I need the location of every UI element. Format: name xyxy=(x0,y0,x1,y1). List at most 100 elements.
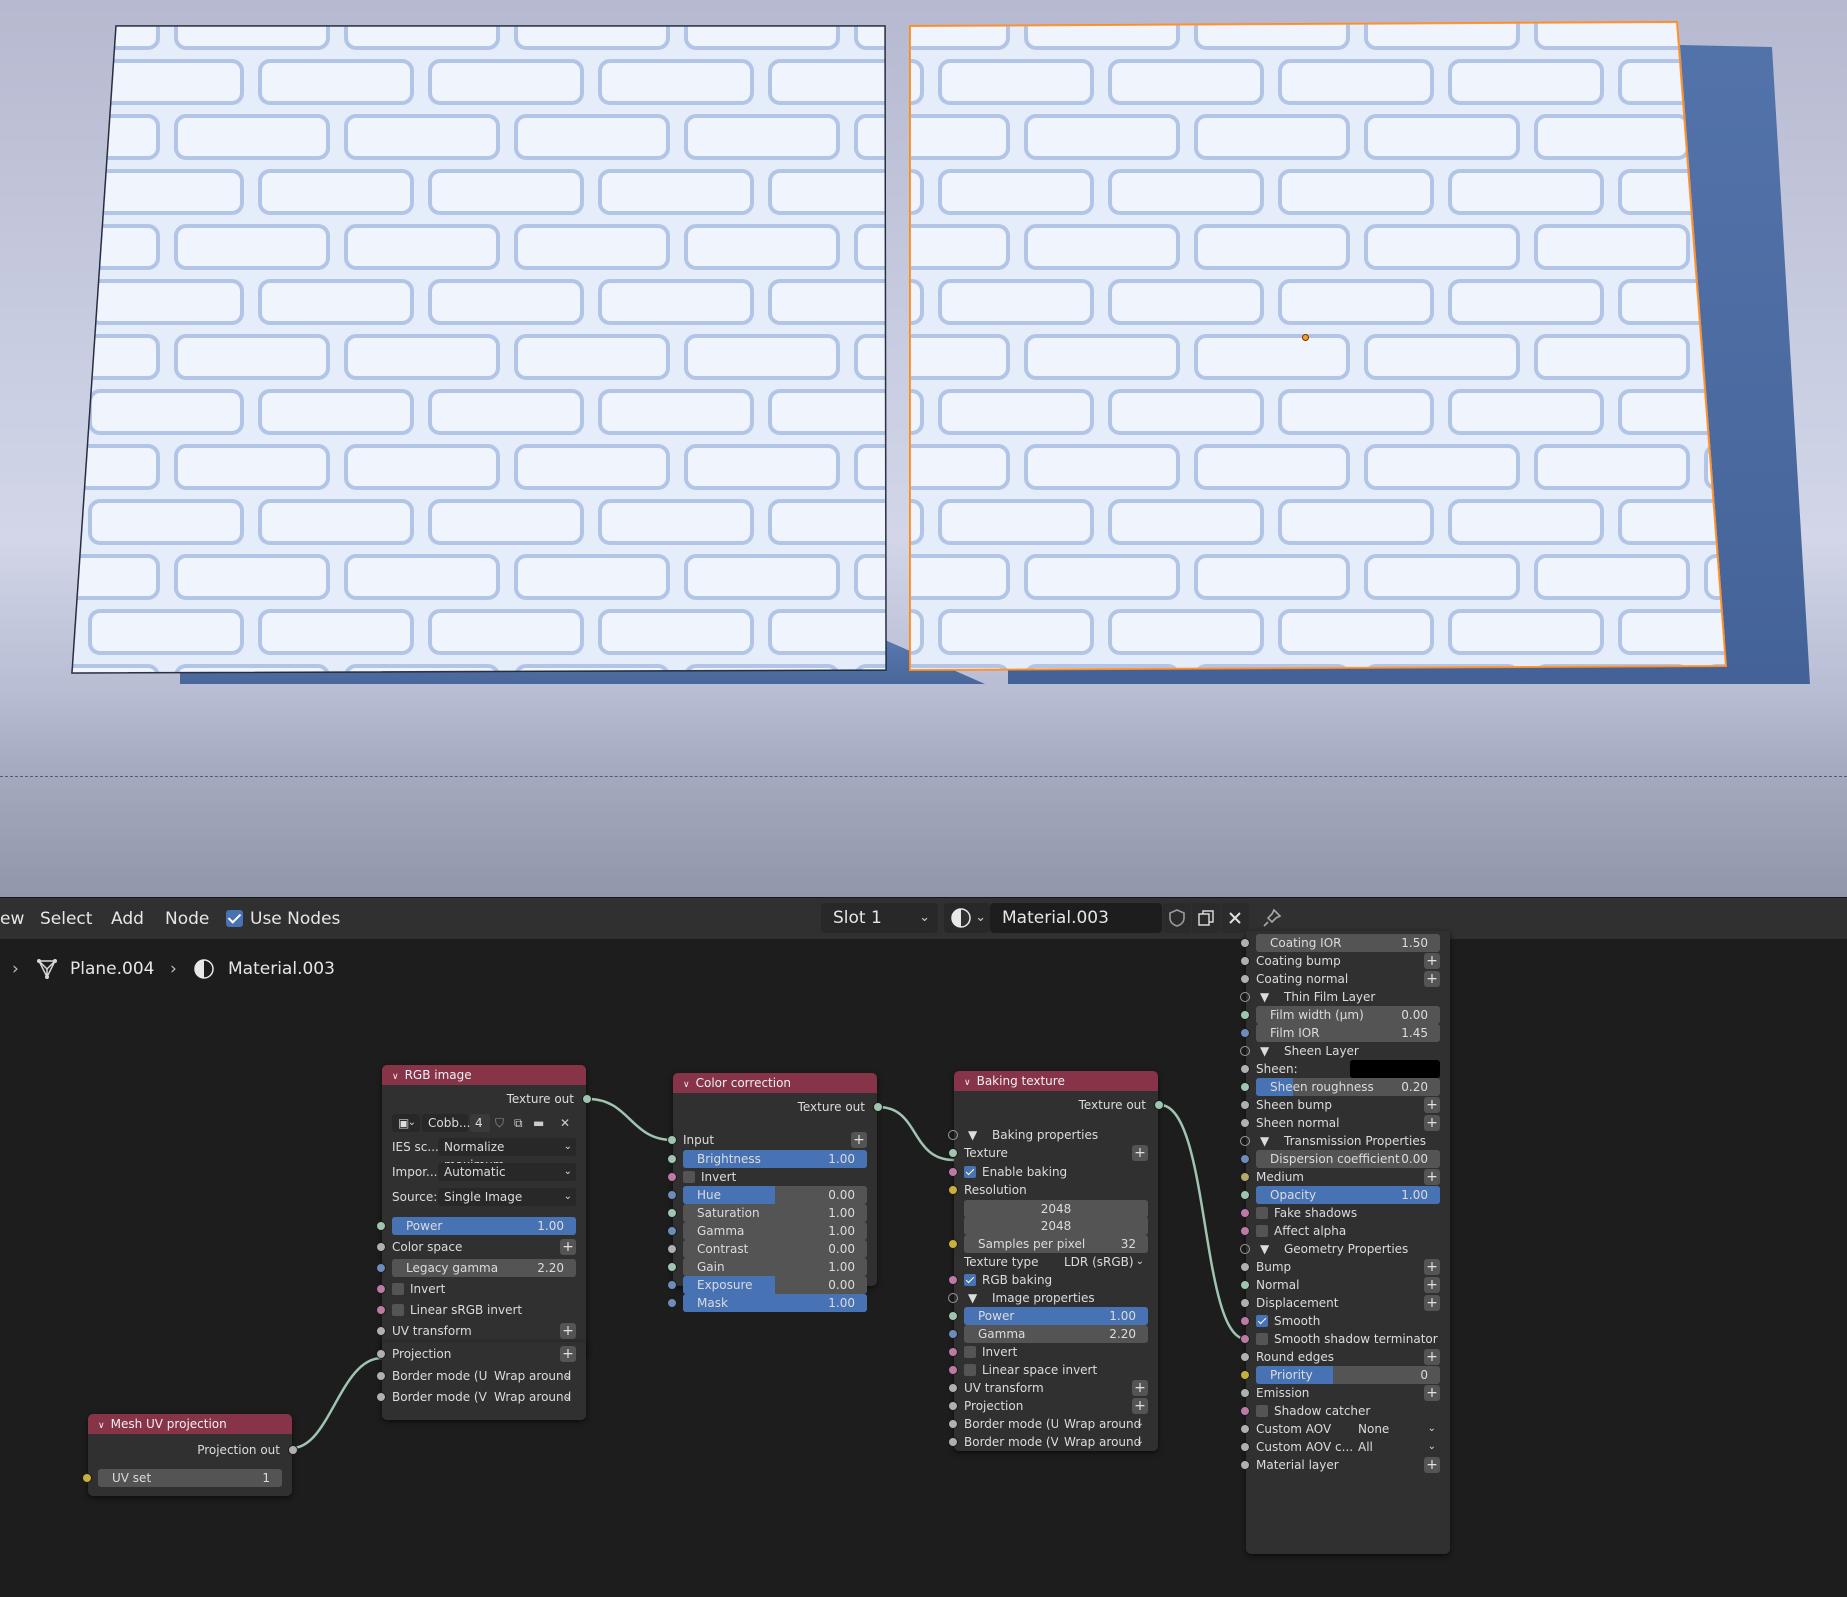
affect-alpha-checkbox[interactable] xyxy=(1256,1225,1268,1237)
add-icon[interactable]: + xyxy=(1132,1398,1148,1414)
node-rgb-image[interactable]: ∨ RGB image Texture out ▣ ⌄ Cobb... 4 ⛉ ⧉ … xyxy=(376,1065,592,1356)
dispersion-slider[interactable]: Dispersion coefficient 0.00 xyxy=(1256,1150,1440,1168)
add-icon[interactable]: + xyxy=(1424,1385,1440,1401)
output-socket[interactable] xyxy=(1154,1100,1164,1110)
panel-socket[interactable] xyxy=(1240,1046,1250,1056)
image-users-count[interactable]: 4 xyxy=(470,1114,490,1132)
input-socket[interactable] xyxy=(667,1280,677,1290)
input-socket[interactable] xyxy=(1240,1208,1250,1218)
baking-properties-label[interactable]: Baking properties xyxy=(992,1125,1098,1145)
input-socket[interactable] xyxy=(1240,1460,1250,1470)
slot-dropdown[interactable]: Slot 1 ⌄ xyxy=(821,903,938,933)
input-socket[interactable] xyxy=(948,1167,958,1177)
input-socket[interactable] xyxy=(376,1221,386,1231)
sheen-layer-label[interactable]: Sheen Layer xyxy=(1284,1041,1359,1061)
output-socket[interactable] xyxy=(582,1094,592,1104)
input-socket[interactable] xyxy=(1240,1352,1250,1362)
panel-socket[interactable] xyxy=(948,1293,958,1303)
fake-user-shield-icon[interactable]: ⛉ xyxy=(495,1113,504,1133)
image-browse-dropdown[interactable]: ▣ ⌄ xyxy=(392,1114,420,1132)
border-u-dropdown[interactable]: Wrap around ⌄ xyxy=(488,1367,576,1385)
gamma-slider[interactable]: Gamma 1.00 xyxy=(683,1222,867,1240)
samples-field[interactable]: Samples per pixel 32 xyxy=(964,1235,1148,1253)
unlink-close-icon[interactable] xyxy=(1221,903,1249,933)
add-icon[interactable]: + xyxy=(1424,953,1440,969)
input-socket[interactable] xyxy=(376,1242,386,1252)
output-socket[interactable] xyxy=(288,1445,298,1455)
sheen-color-swatch[interactable] xyxy=(1350,1060,1440,1078)
input-socket[interactable] xyxy=(667,1135,677,1145)
folder-icon[interactable]: ▬ xyxy=(533,1113,544,1133)
image-name-field[interactable]: Cobb... xyxy=(422,1114,470,1132)
menu-node[interactable]: Node xyxy=(165,909,209,929)
node-color-correction[interactable]: ∨ Color correction Texture out Input + Inv… xyxy=(667,1073,883,1312)
linear-invert-checkbox[interactable] xyxy=(964,1364,976,1376)
transmission-label[interactable]: Transmission Properties xyxy=(1284,1131,1426,1151)
input-socket[interactable] xyxy=(667,1190,677,1200)
mask-slider[interactable]: Mask 1.00 xyxy=(683,1294,867,1312)
resolution-y-field[interactable]: 2048 xyxy=(964,1217,1148,1235)
film-ior-slider[interactable]: Film IOR 1.45 xyxy=(1256,1024,1440,1042)
triangle-down-icon[interactable]: ▼ xyxy=(1260,1239,1269,1259)
add-icon[interactable]: + xyxy=(560,1239,576,1255)
input-socket[interactable] xyxy=(1240,1388,1250,1398)
input-socket[interactable] xyxy=(948,1148,958,1158)
hue-slider[interactable]: Hue 0.00 xyxy=(683,1186,867,1204)
power-slider[interactable]: Power 1.00 xyxy=(392,1217,576,1235)
input-socket[interactable] xyxy=(1240,1406,1250,1416)
node-header[interactable]: ∨ Mesh UV projection xyxy=(88,1414,292,1434)
pin-icon[interactable] xyxy=(1258,903,1286,933)
input-socket[interactable] xyxy=(376,1349,386,1359)
invert-checkbox[interactable] xyxy=(683,1171,695,1183)
input-socket[interactable] xyxy=(1240,1334,1250,1344)
input-socket[interactable] xyxy=(376,1305,386,1315)
input-socket[interactable] xyxy=(1240,1442,1250,1452)
ies-dropdown[interactable]: Normalize maximum...⌄ xyxy=(438,1138,576,1172)
gamma-slider[interactable]: Legacy gamma 2.20 xyxy=(392,1259,576,1277)
normal-input-socket[interactable] xyxy=(1240,1280,1250,1290)
shadow-catcher-checkbox[interactable] xyxy=(1256,1405,1268,1417)
node-baking-texture[interactable]: ∨ Baking texture Texture out ▼ Baking prop… xyxy=(948,1071,1164,1451)
source-dropdown[interactable]: Single Image ⌄ xyxy=(438,1188,576,1206)
input-socket[interactable] xyxy=(667,1298,677,1308)
input-socket[interactable] xyxy=(948,1365,958,1375)
menu-view[interactable]: ew xyxy=(0,909,24,929)
input-socket[interactable] xyxy=(1240,938,1250,948)
rgb-baking-checkbox[interactable] xyxy=(964,1274,976,1286)
material-browse-dropdown[interactable]: ⌄ xyxy=(944,903,990,933)
gain-slider[interactable]: Gain 1.00 xyxy=(683,1258,867,1276)
output-socket[interactable] xyxy=(873,1102,883,1112)
input-socket[interactable] xyxy=(667,1154,677,1164)
smooth-checkbox[interactable] xyxy=(1256,1315,1268,1327)
input-socket[interactable] xyxy=(1240,956,1250,966)
thin-film-label[interactable]: Thin Film Layer xyxy=(1284,987,1375,1007)
contrast-slider[interactable]: Contrast 0.00 xyxy=(683,1240,867,1258)
linear-invert-checkbox[interactable] xyxy=(392,1304,404,1316)
fake-user-shield-icon[interactable] xyxy=(1163,903,1191,933)
film-width-slider[interactable]: Film width (µm) 0.00 xyxy=(1256,1006,1440,1024)
border-v-dropdown[interactable]: Wrap around ⌄ xyxy=(488,1388,576,1406)
saturation-slider[interactable]: Saturation 1.00 xyxy=(683,1204,867,1222)
triangle-down-icon[interactable]: ▼ xyxy=(968,1288,977,1308)
input-socket[interactable] xyxy=(376,1371,386,1381)
add-icon[interactable]: + xyxy=(1424,1169,1440,1185)
input-socket[interactable] xyxy=(948,1347,958,1357)
add-icon[interactable]: + xyxy=(1424,1295,1440,1311)
input-socket[interactable] xyxy=(376,1284,386,1294)
exposure-slider[interactable]: Exposure 0.00 xyxy=(683,1276,867,1294)
border-u-dropdown[interactable]: Wrap around ⌄ xyxy=(1058,1415,1148,1433)
triangle-down-icon[interactable]: ▼ xyxy=(968,1125,977,1145)
brightness-slider[interactable]: Brightness 1.00 xyxy=(683,1150,867,1168)
smooth-terminator-checkbox[interactable] xyxy=(1256,1333,1268,1345)
node-header[interactable]: ∨ Baking texture xyxy=(954,1071,1158,1091)
input-socket[interactable] xyxy=(376,1263,386,1273)
input-socket[interactable] xyxy=(1240,1028,1250,1038)
texture-type-dropdown[interactable]: LDR (sRGB) ⌄ xyxy=(1058,1253,1148,1271)
add-icon[interactable]: + xyxy=(1132,1380,1148,1396)
input-socket[interactable] xyxy=(948,1239,958,1249)
menu-select[interactable]: Select xyxy=(40,909,92,929)
coating-ior-slider[interactable]: Coating IOR 1.50 xyxy=(1256,934,1440,952)
border-v-dropdown[interactable]: Wrap around ⌄ xyxy=(1058,1433,1148,1451)
input-socket[interactable] xyxy=(1240,1082,1250,1092)
input-socket[interactable] xyxy=(1240,1298,1250,1308)
